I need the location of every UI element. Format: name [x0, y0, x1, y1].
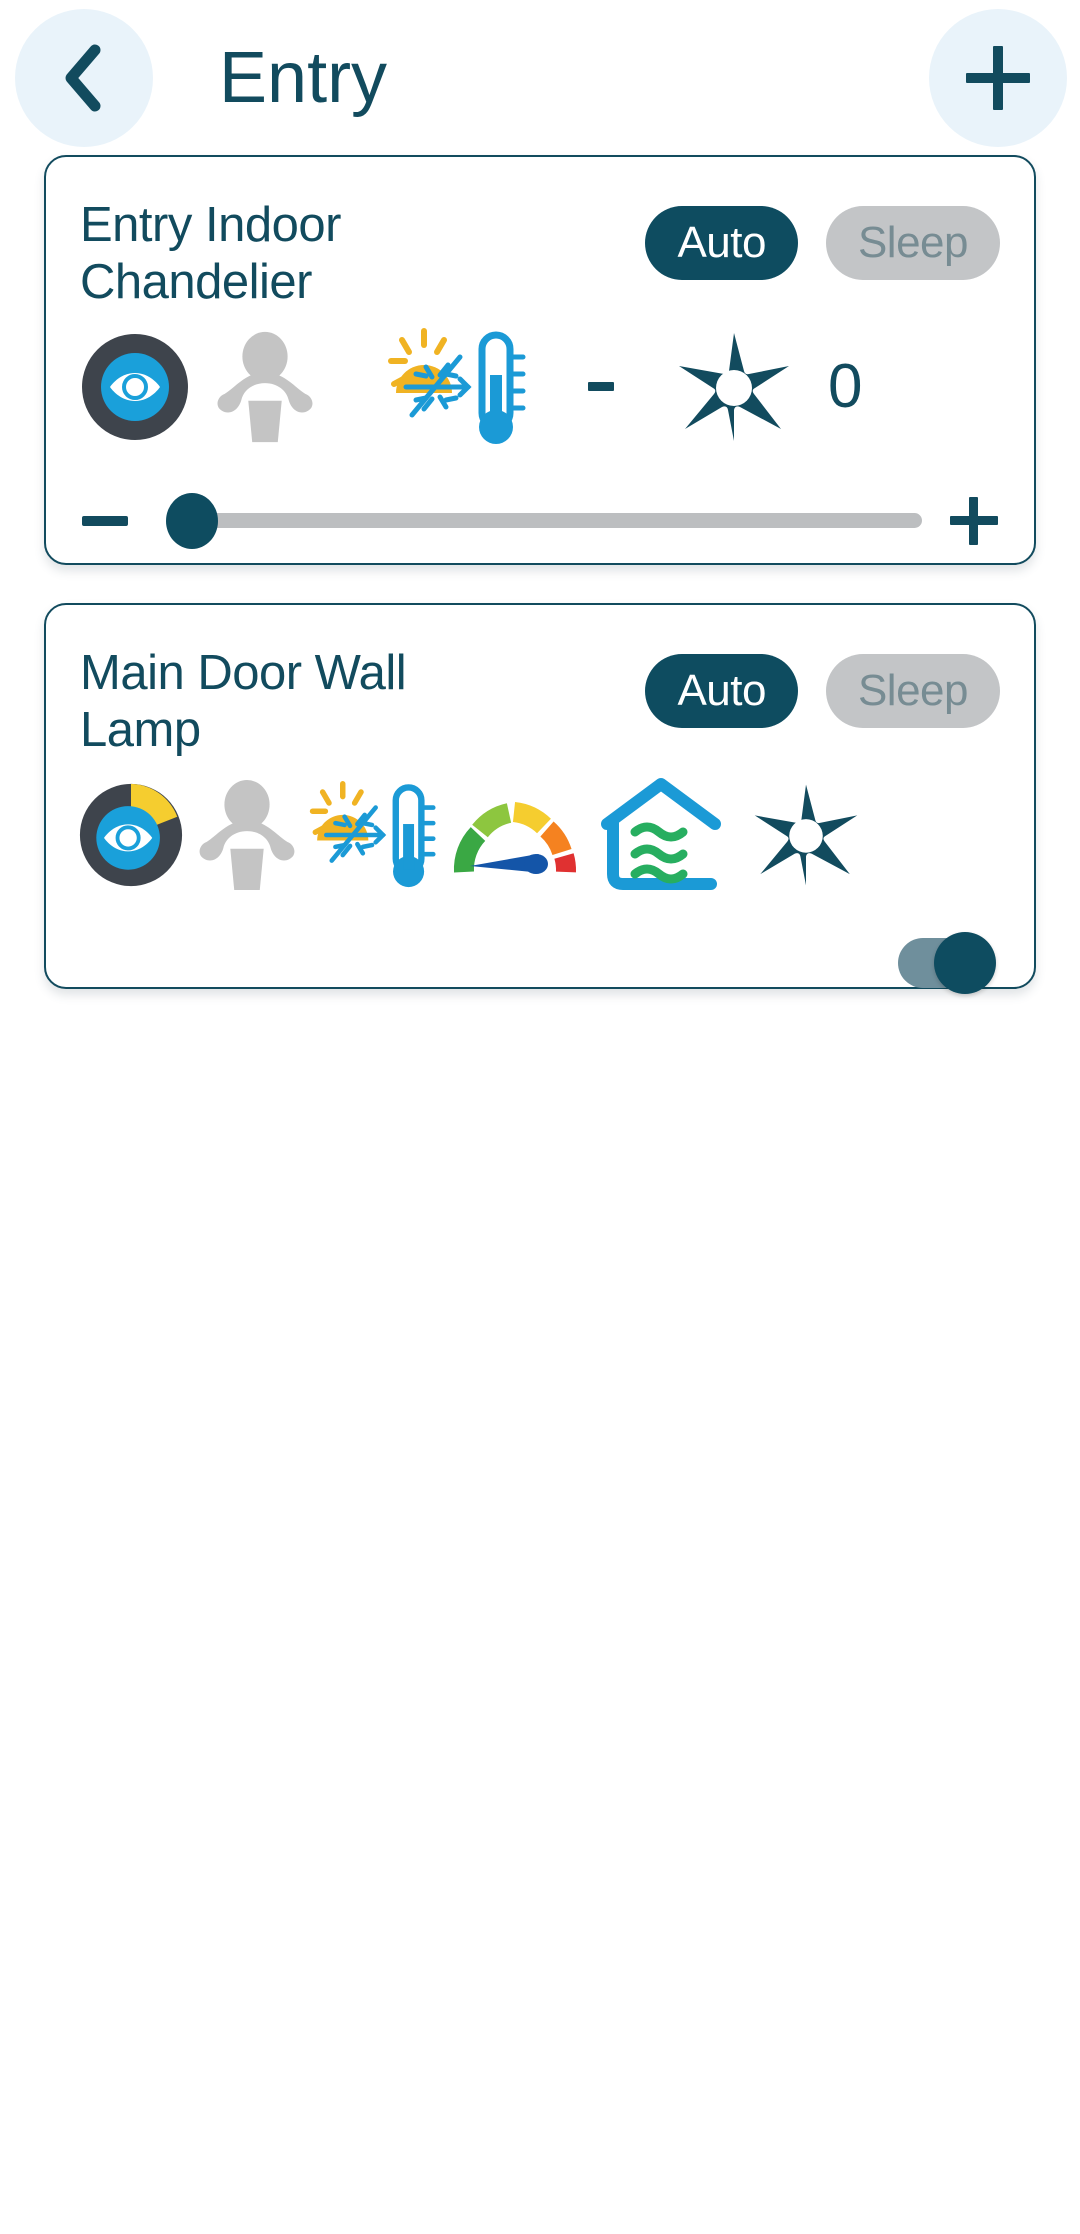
plus-icon — [966, 45, 1030, 110]
increase-brightness-button[interactable] — [950, 496, 998, 545]
mode-sleep-button[interactable]: Sleep — [825, 206, 1000, 280]
card-header: Entry Indoor Chandelier Auto Sleep — [46, 157, 1034, 312]
temperature-sun-snowflake-icon[interactable] — [386, 327, 526, 447]
chevron-left-icon — [61, 42, 107, 114]
brightness-slider[interactable] — [166, 492, 922, 549]
brightness-slider-row — [46, 462, 1034, 580]
device-name: Entry Indoor Chandelier — [80, 198, 341, 310]
power-toggle[interactable] — [898, 931, 996, 994]
presence-eye-partial-icon[interactable] — [76, 782, 186, 888]
temperature-sun-snowflake-icon[interactable] — [308, 776, 436, 894]
slider-thumb[interactable] — [166, 492, 218, 549]
separator-dash — [584, 382, 618, 392]
presence-eye-icon[interactable] — [76, 332, 194, 442]
decrease-brightness-button[interactable] — [82, 515, 128, 526]
toggle-knob[interactable] — [934, 931, 996, 994]
add-device-button[interactable] — [929, 8, 1067, 147]
occupancy-person-icon[interactable] — [206, 331, 324, 443]
mode-auto-button[interactable]: Auto — [645, 654, 798, 728]
back-button[interactable] — [15, 8, 153, 147]
occupancy-person-icon[interactable] — [188, 779, 306, 890]
brightness-starburst-icon[interactable] — [670, 331, 798, 443]
brightness-value: 0 — [828, 351, 863, 421]
mode-auto-button[interactable]: Auto — [645, 206, 798, 280]
device-card-list: Entry Indoor Chandelier Auto Sleep 0 Mai… — [0, 155, 1080, 994]
brightness-starburst-icon[interactable] — [748, 781, 864, 889]
status-icon-row: 0 — [46, 312, 1034, 462]
device-card[interactable]: Entry Indoor Chandelier Auto Sleep 0 — [44, 155, 1036, 565]
app-header: Entry — [0, 0, 1080, 155]
mode-selector: Auto Sleep — [645, 197, 1000, 280]
status-icon-row — [46, 760, 1034, 910]
app-screen: Entry Entry Indoor Chandelier Auto Sleep — [0, 0, 1080, 2234]
page-title: Entry — [219, 37, 388, 118]
device-card[interactable]: Main Door Wall Lamp Auto Sleep — [44, 603, 1036, 994]
air-quality-gauge-icon[interactable] — [452, 788, 578, 882]
indoor-climate-house-icon[interactable] — [596, 776, 726, 894]
card-header: Main Door Wall Lamp Auto Sleep — [46, 605, 1034, 760]
mode-selector: Auto Sleep — [645, 645, 1000, 728]
device-name: Main Door Wall Lamp — [80, 646, 407, 758]
slider-track[interactable] — [188, 513, 922, 529]
power-toggle-row — [46, 910, 1034, 1016]
mode-sleep-button[interactable]: Sleep — [825, 654, 1000, 728]
